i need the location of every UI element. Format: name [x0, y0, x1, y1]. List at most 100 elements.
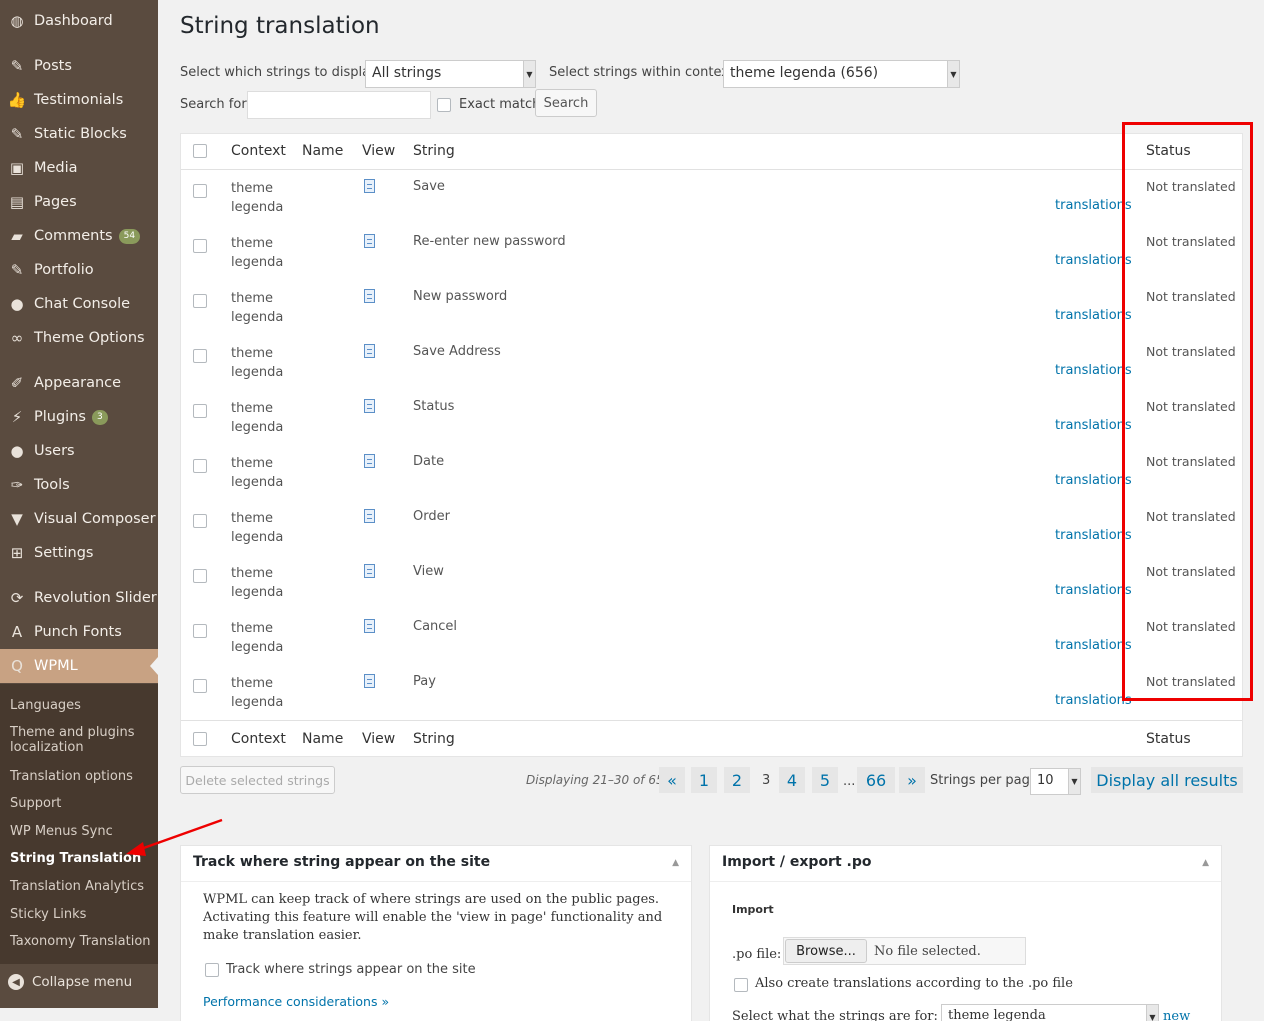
page-4-link[interactable]: 4	[779, 767, 805, 793]
search-input[interactable]	[247, 91, 431, 119]
sidebar-item-tools[interactable]: ✑ Tools	[0, 468, 158, 502]
translations-link[interactable]: translations	[1055, 583, 1132, 598]
select-all-checkbox[interactable]	[193, 144, 207, 158]
row-checkbox[interactable]	[193, 624, 207, 638]
row-checkbox[interactable]	[193, 349, 207, 363]
sidebar-item-wpml[interactable]: Q WPML	[0, 649, 158, 683]
submenu-item-languages[interactable]: Languages	[10, 698, 152, 713]
view-document-icon[interactable]	[364, 289, 375, 303]
view-document-icon[interactable]	[364, 399, 375, 413]
translations-link[interactable]: translations	[1055, 418, 1132, 433]
submenu-item-sticky-links[interactable]: Sticky Links	[10, 907, 152, 922]
translations-link[interactable]: translations	[1055, 693, 1132, 708]
submenu-item-support[interactable]: Support	[10, 796, 152, 811]
sidebar-item-plugins[interactable]: ⚡ Plugins 3	[0, 400, 158, 434]
view-document-icon[interactable]	[364, 344, 375, 358]
sidebar-item-appearance[interactable]: ✐ Appearance	[0, 366, 158, 400]
sidebar-item-portfolio[interactable]: ✎ Portfolio	[0, 253, 158, 287]
row-checkbox[interactable]	[193, 294, 207, 308]
row-context-line2: legenda	[231, 365, 284, 380]
page-title: String translation	[180, 13, 380, 39]
submenu-item-theme-and-plugins-localization[interactable]: Theme and plugins localization	[10, 725, 152, 755]
table-row: theme legenda Save translations Not translat…	[181, 171, 1242, 226]
sidebar-item-theme-options[interactable]: ∞ Theme Options	[0, 321, 158, 355]
import-box-title: Import / export .po ▲	[710, 846, 1221, 882]
view-document-icon[interactable]	[364, 564, 375, 578]
sidebar-item-users[interactable]: ● Users	[0, 434, 158, 468]
translations-link[interactable]: translations	[1055, 473, 1132, 488]
header-string[interactable]: String	[413, 143, 455, 159]
browse-button[interactable]: Browse...	[785, 939, 867, 963]
row-checkbox[interactable]	[193, 239, 207, 253]
display-select[interactable]: All strings ▼	[365, 60, 536, 88]
row-context: theme legenda	[231, 674, 283, 712]
toggle-arrow-icon[interactable]: ▲	[1202, 858, 1209, 868]
row-checkbox[interactable]	[193, 404, 207, 418]
sidebar-item-revolution-slider[interactable]: ⟳ Revolution Slider	[0, 581, 158, 615]
view-document-icon[interactable]	[364, 674, 375, 688]
translations-link[interactable]: translations	[1055, 198, 1132, 213]
row-checkbox[interactable]	[193, 184, 207, 198]
row-checkbox[interactable]	[193, 679, 207, 693]
delete-selected-button[interactable]: Delete selected strings	[180, 766, 335, 794]
sidebar-item-pages[interactable]: ▤ Pages	[0, 185, 158, 219]
row-context: theme legenda	[231, 564, 283, 602]
new-link[interactable]: new	[1163, 1009, 1190, 1021]
search-button[interactable]: Search	[535, 89, 597, 117]
page-1-link[interactable]: 1	[691, 767, 717, 793]
footer-string[interactable]: String	[413, 731, 455, 747]
translations-link[interactable]: translations	[1055, 308, 1132, 323]
track-strings-checkbox[interactable]	[205, 963, 219, 977]
brush-icon: ✐	[10, 374, 24, 392]
sidebar-item-punch-fonts[interactable]: A Punch Fonts	[0, 615, 158, 649]
also-create-checkbox[interactable]	[734, 978, 748, 992]
context-select[interactable]: theme legenda (656) ▼	[723, 60, 960, 88]
translations-link[interactable]: translations	[1055, 253, 1132, 268]
po-file-input[interactable]: Browse... No file selected.	[783, 937, 1026, 965]
prev-page-button[interactable]: «	[659, 767, 685, 793]
sidebar-item-testimonials[interactable]: 👍 Testimonials	[0, 83, 158, 117]
sidebar-item-chat-console[interactable]: ● Chat Console	[0, 287, 158, 321]
submenu-item-translation-options[interactable]: Translation options	[10, 769, 152, 784]
display-all-results-link[interactable]: Display all results	[1091, 767, 1243, 793]
row-checkbox[interactable]	[193, 569, 207, 583]
sidebar-item-posts[interactable]: ✎ Posts	[0, 49, 158, 83]
sidebar-item-dashboard[interactable]: ◍ Dashboard	[0, 4, 158, 38]
row-string: New password	[413, 289, 508, 304]
header-context[interactable]: Context	[231, 143, 286, 159]
header-name[interactable]: Name	[302, 143, 343, 159]
row-checkbox[interactable]	[193, 459, 207, 473]
view-document-icon[interactable]	[364, 509, 375, 523]
footer-context[interactable]: Context	[231, 731, 286, 747]
sidebar-item-label: Theme Options	[34, 330, 145, 346]
row-checkbox[interactable]	[193, 514, 207, 528]
exact-match-checkbox[interactable]	[437, 98, 451, 112]
page-66-link[interactable]: 66	[857, 767, 895, 793]
footer-name[interactable]: Name	[302, 731, 343, 747]
next-page-button[interactable]: »	[899, 767, 925, 793]
strings-for-select[interactable]: theme legenda ▼	[941, 1004, 1159, 1021]
translations-link[interactable]: translations	[1055, 638, 1132, 653]
translations-link[interactable]: translations	[1055, 528, 1132, 543]
sidebar-item-static-blocks[interactable]: ✎ Static Blocks	[0, 117, 158, 151]
performance-link[interactable]: Performance considerations »	[203, 994, 389, 1009]
footer-status[interactable]: Status	[1146, 731, 1191, 747]
view-document-icon[interactable]	[364, 179, 375, 193]
sidebar-item-settings[interactable]: ⊞ Settings	[0, 536, 158, 570]
sidebar-item-comments[interactable]: ▰ Comments 54	[0, 219, 158, 253]
view-document-icon[interactable]	[364, 619, 375, 633]
submenu-item-taxonomy-translation[interactable]: Taxonomy Translation	[10, 934, 152, 949]
page-5-link[interactable]: 5	[812, 767, 838, 793]
translations-link[interactable]: translations	[1055, 363, 1132, 378]
sidebar-item-visual-composer[interactable]: ▼ Visual Composer	[0, 502, 158, 536]
submenu-item-translation-analytics[interactable]: Translation Analytics	[10, 879, 152, 894]
view-document-icon[interactable]	[364, 234, 375, 248]
collapse-menu-button[interactable]: ◀ Collapse menu	[0, 964, 158, 1000]
toggle-arrow-icon[interactable]: ▲	[672, 858, 679, 868]
per-page-select[interactable]: 10 ▼	[1030, 768, 1081, 795]
select-all-checkbox-bottom[interactable]	[193, 732, 207, 746]
sidebar-item-media[interactable]: ▣ Media	[0, 151, 158, 185]
view-document-icon[interactable]	[364, 454, 375, 468]
row-context-line1: theme	[231, 566, 273, 581]
page-2-link[interactable]: 2	[724, 767, 750, 793]
